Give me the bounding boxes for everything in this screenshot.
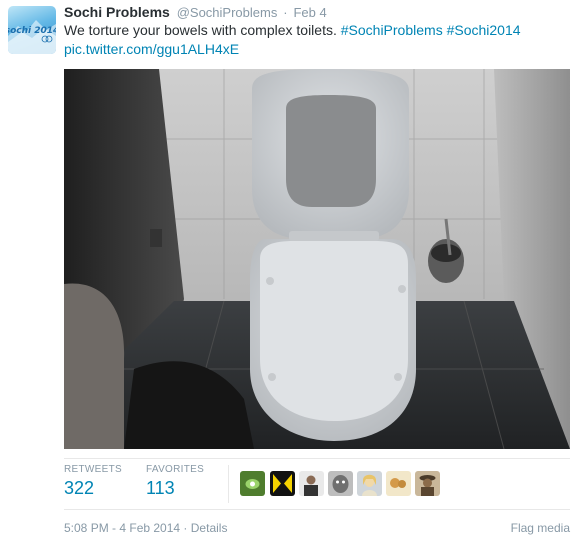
retweets-stat[interactable]: RETWEETS 322	[64, 464, 122, 499]
favoriter-avatar-4[interactable]	[328, 471, 353, 496]
avatar[interactable]: sochi 2014	[8, 6, 56, 54]
retweets-count[interactable]: 322	[64, 478, 122, 499]
favorites-count[interactable]: 113	[146, 478, 204, 499]
favoriter-avatar-2[interactable]	[270, 471, 295, 496]
tweet-footer: 5:08 PM - 4 Feb 2014 · Details Flag medi…	[64, 521, 570, 535]
details-link[interactable]: Details	[191, 521, 228, 535]
tweet-timestamp[interactable]: 5:08 PM - 4 Feb 2014	[64, 521, 180, 535]
username[interactable]: @SochiProblems	[177, 5, 278, 20]
favoriter-avatar-3[interactable]	[299, 471, 324, 496]
sochi-logo-icon: sochi 2014	[8, 20, 56, 54]
pic-link[interactable]: pic.twitter.com/ggu1ALH4xE	[64, 41, 239, 57]
tweet-date[interactable]: Feb 4	[293, 5, 326, 20]
favoriter-avatar-1[interactable]	[240, 471, 265, 496]
footer-separator: ·	[183, 521, 188, 535]
favoriter-avatar-6[interactable]	[386, 471, 411, 496]
favorites-stat[interactable]: FAVORITES 113	[146, 464, 204, 499]
tweet-stats: RETWEETS 322 FAVORITES 113	[64, 458, 570, 510]
toilet-photo	[64, 69, 570, 449]
favoriter-avatar-7[interactable]	[415, 471, 440, 496]
favorites-label: FAVORITES	[146, 464, 205, 475]
tweet: sochi 2014 Sochi Problems @SochiProblems…	[0, 0, 576, 544]
fullname[interactable]: Sochi Problems	[64, 4, 170, 20]
stats-divider	[228, 465, 229, 503]
svg-text:sochi 2014: sochi 2014	[8, 26, 56, 36]
hashtag-sochiproblems[interactable]: #SochiProblems	[341, 22, 443, 38]
hashtag-sochi2014[interactable]: #Sochi2014	[447, 22, 521, 38]
favoriter-avatar-5[interactable]	[357, 471, 382, 496]
tweet-text: We torture your bowels with complex toil…	[64, 21, 564, 59]
retweets-label: RETWEETS	[64, 464, 122, 475]
separator: ·	[283, 5, 288, 20]
tweet-header: Sochi Problems @SochiProblems · Feb 4	[64, 4, 327, 22]
tweet-body-text: We torture your bowels with complex toil…	[64, 22, 341, 38]
flag-media-link[interactable]: Flag media	[511, 521, 570, 535]
tweet-photo[interactable]	[64, 69, 570, 449]
